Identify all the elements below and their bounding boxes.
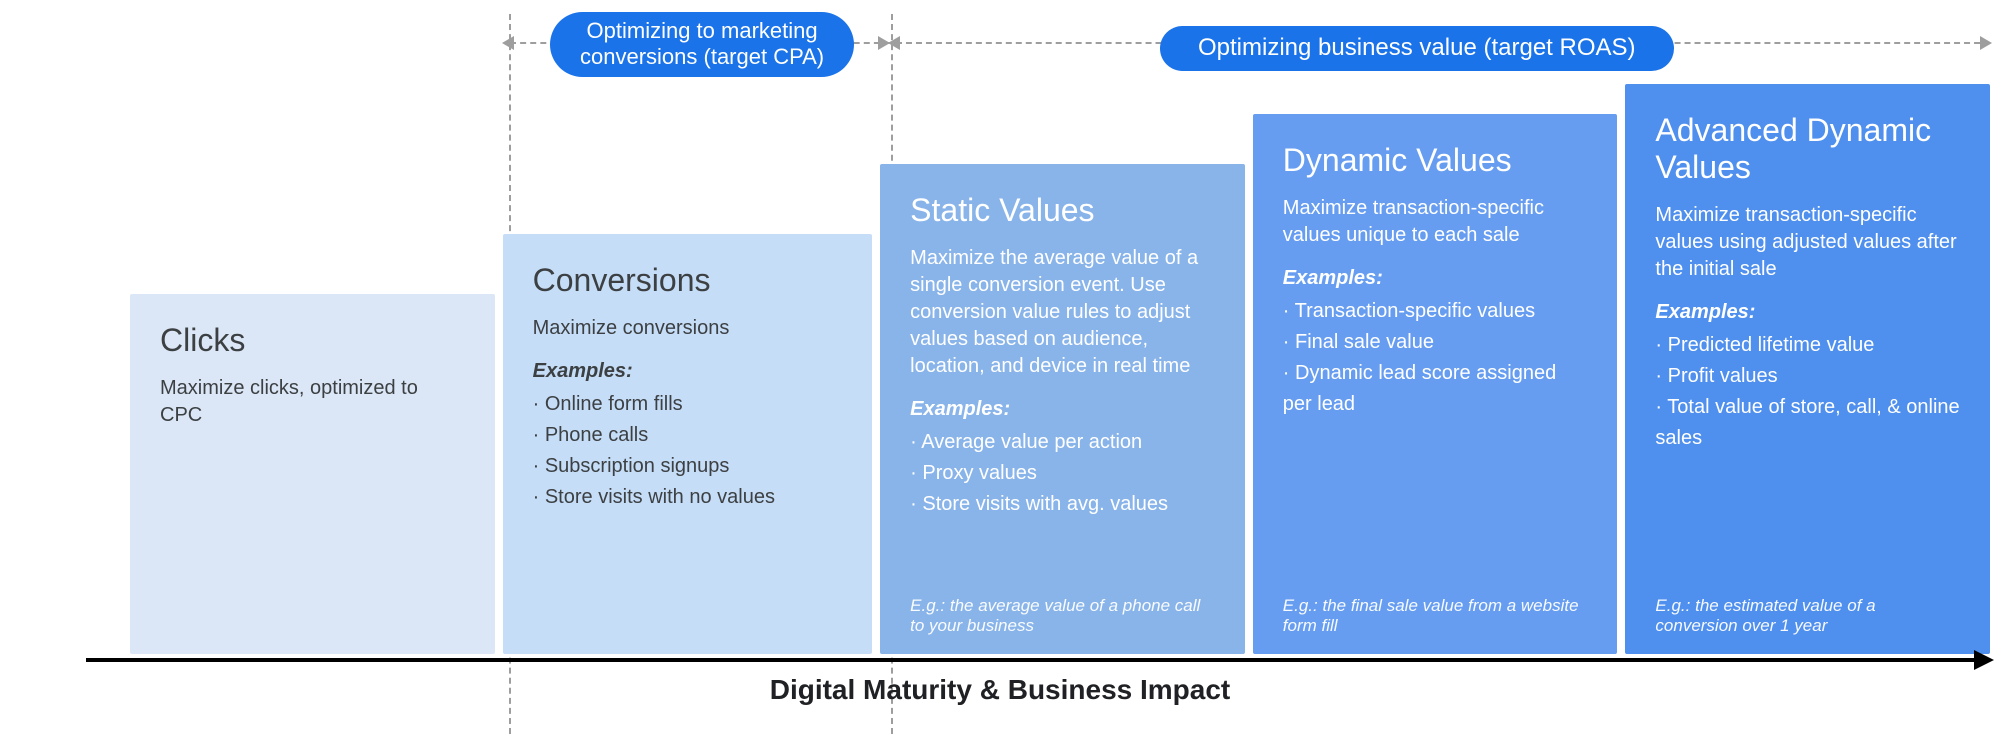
diagram-canvas: Optimizing to marketing conversions (tar… — [0, 0, 2000, 718]
bar-footnote: E.g.: the final sale value from a websit… — [1283, 596, 1588, 636]
maturity-staircase: Clicks Maximize clicks, optimized to CPC… — [130, 80, 1990, 654]
list-item: Final sale value — [1283, 327, 1588, 358]
examples-list: Predicted lifetime value Profit values T… — [1655, 330, 1960, 454]
list-item: Total value of store, call, & online sal… — [1655, 392, 1960, 454]
bar-title: Dynamic Values — [1283, 142, 1588, 179]
bar-subtitle: Maximize transaction-specific values usi… — [1655, 202, 1960, 283]
bar-dynamic-values: Dynamic Values Maximize transaction-spec… — [1253, 114, 1618, 654]
list-item: Online form fills — [533, 389, 843, 420]
bar-title: Clicks — [160, 322, 465, 359]
x-axis — [86, 658, 1990, 662]
span-cpa-arrow-left-icon — [502, 36, 514, 50]
pill-target-cpa: Optimizing to marketing conversions (tar… — [550, 12, 854, 77]
x-axis-arrow-icon — [1974, 650, 1994, 670]
examples-list: Online form fills Phone calls Subscripti… — [533, 389, 843, 513]
bar-conversions: Conversions Maximize conversions Example… — [503, 234, 873, 654]
examples-list: Transaction-specific values Final sale v… — [1283, 296, 1588, 420]
pill-target-roas: Optimizing business value (target ROAS) — [1160, 26, 1674, 71]
examples-header: Examples: — [1283, 267, 1588, 290]
list-item: Average value per action — [910, 427, 1215, 458]
bar-footnote: E.g.: the average value of a phone call … — [910, 596, 1215, 636]
examples-header: Examples: — [1655, 301, 1960, 324]
bar-subtitle: Maximize clicks, optimized to CPC — [160, 375, 465, 429]
bar-title: Static Values — [910, 192, 1215, 229]
bar-static-values: Static Values Maximize the average value… — [880, 164, 1245, 654]
bar-clicks: Clicks Maximize clicks, optimized to CPC — [130, 294, 495, 654]
top-band: Optimizing to marketing conversions (tar… — [0, 12, 2000, 72]
x-axis-label: Digital Maturity & Business Impact — [0, 674, 2000, 706]
span-roas-arrow-left-icon — [888, 36, 900, 50]
bar-title: Conversions — [533, 262, 843, 299]
list-item: Subscription signups — [533, 451, 843, 482]
list-item: Store visits with avg. values — [910, 489, 1215, 520]
bar-subtitle: Maximize conversions — [533, 315, 843, 342]
list-item: Proxy values — [910, 458, 1215, 489]
bar-advanced-dynamic-values: Advanced Dynamic Values Maximize transac… — [1625, 84, 1990, 654]
list-item: Predicted lifetime value — [1655, 330, 1960, 361]
list-item: Transaction-specific values — [1283, 296, 1588, 327]
bar-subtitle: Maximize the average value of a single c… — [910, 245, 1215, 380]
span-roas-arrow-right-icon — [1980, 36, 1992, 50]
bar-footnote: E.g.: the estimated value of a conversio… — [1655, 596, 1960, 636]
list-item: Profit values — [1655, 361, 1960, 392]
examples-header: Examples: — [533, 360, 843, 383]
list-item: Store visits with no values — [533, 482, 843, 513]
list-item: Phone calls — [533, 420, 843, 451]
examples-header: Examples: — [910, 398, 1215, 421]
examples-list: Average value per action Proxy values St… — [910, 427, 1215, 520]
bar-title: Advanced Dynamic Values — [1655, 112, 1960, 186]
list-item: Dynamic lead score assigned per lead — [1283, 358, 1588, 420]
bar-subtitle: Maximize transaction-specific values uni… — [1283, 195, 1588, 249]
